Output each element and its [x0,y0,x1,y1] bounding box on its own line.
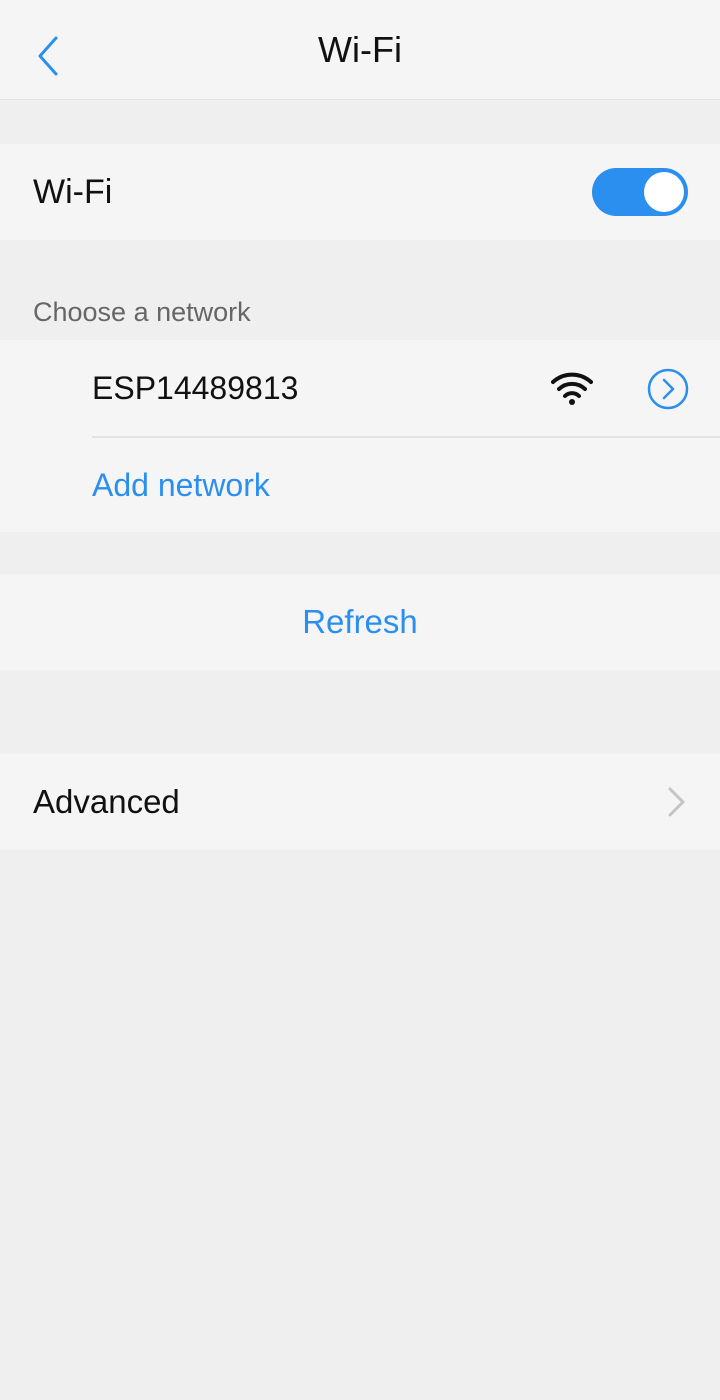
network-list: ESP14489813 Add network [0,340,720,532]
refresh-row[interactable]: Refresh [0,574,720,670]
chevron-left-icon [38,36,58,76]
wifi-signal-icon [551,372,593,405]
wifi-toggle-switch[interactable] [592,168,688,216]
header-bar: Wi-Fi [0,0,720,100]
chevron-right-icon [668,787,685,817]
advanced-row[interactable]: Advanced [0,754,720,850]
refresh-button[interactable]: Refresh [0,574,720,670]
choose-network-heading: Choose a network [33,296,251,327]
toggle-knob [644,172,684,212]
chevron-circle-right-icon[interactable] [647,368,689,410]
wifi-toggle-label: Wi-Fi [33,172,113,211]
network-item[interactable]: ESP14489813 [0,340,720,436]
advanced-label: Advanced [33,783,180,820]
back-button[interactable] [26,30,70,82]
network-name: ESP14489813 [92,369,299,406]
add-network-button[interactable]: Add network [92,438,270,532]
page-title: Wi-Fi [318,29,402,70]
